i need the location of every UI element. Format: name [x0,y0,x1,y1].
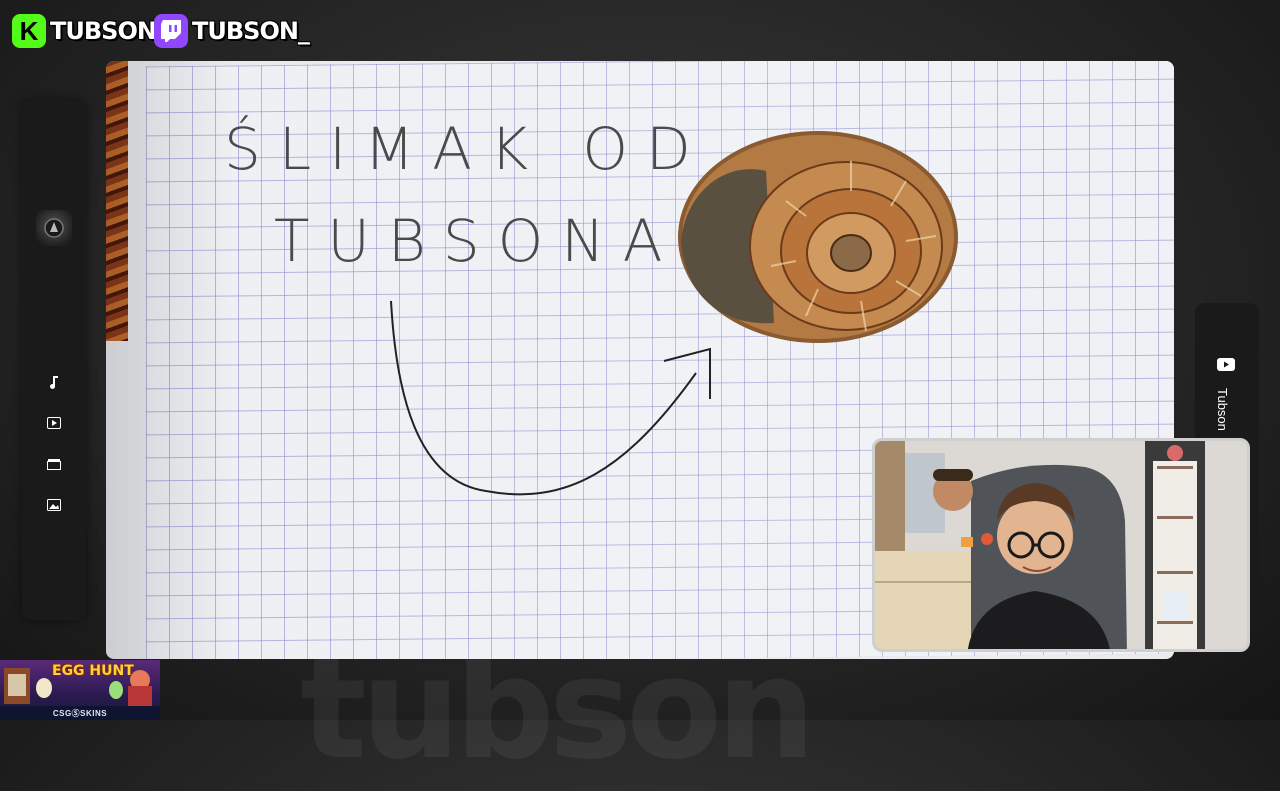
kick-handle: K TUBSON [12,12,157,50]
music-note-icon[interactable] [44,372,64,392]
sponsor-banner[interactable]: EGG HUNT CSGⓈSKINS [0,660,160,720]
handwritten-arrow [390,300,697,496]
twitch-handle: TUBSON_ [154,12,310,50]
image-icon[interactable] [44,495,64,515]
channel-avatar-icon [36,210,72,246]
sponsor-brand: CSGⓈSKINS [0,706,160,720]
sponsor-title: EGG HUNT [52,663,134,679]
handwritten-line-2: TUBSONA [274,207,680,275]
streamer-webcam-image [875,441,1247,649]
channel-watermark: tubson [300,628,816,791]
clapperboard-icon[interactable] [44,454,64,474]
kick-icon: K [12,14,46,48]
youtube-channel-label[interactable]: Tubson [1215,388,1230,431]
play-video-icon[interactable] [44,413,64,433]
twitch-icon [154,14,188,48]
youtube-icon[interactable] [1217,358,1235,376]
twitch-username: TUBSON_ [192,17,310,45]
ammonite-fossil-image [678,131,958,343]
left-sidebar [22,100,86,620]
webcam-overlay [872,438,1250,652]
kick-username: TUBSON [50,17,157,45]
handwritten-line-1: ŚLIMAK OD [224,114,709,183]
